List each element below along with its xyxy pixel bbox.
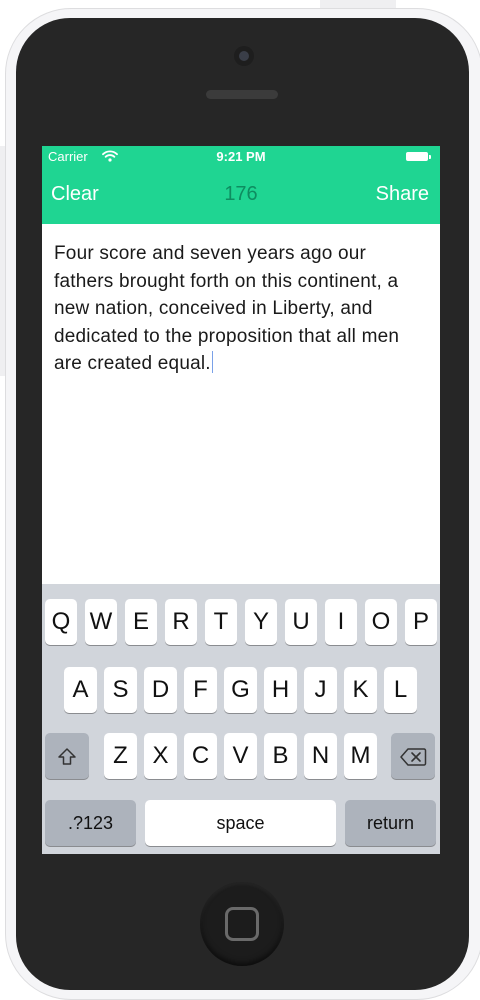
- status-time: 9:21 PM: [216, 149, 266, 164]
- status-bar: Carrier 9:21 PM: [42, 146, 440, 168]
- key-v[interactable]: V: [224, 733, 257, 779]
- key-t[interactable]: T: [205, 599, 237, 645]
- home-button[interactable]: [200, 882, 284, 966]
- key-x[interactable]: X: [144, 733, 177, 779]
- navigation-bar: Clear 176 Share: [42, 168, 440, 224]
- text-editor[interactable]: Four score and seven years ago our fathe…: [54, 240, 430, 378]
- key-z[interactable]: Z: [104, 733, 137, 779]
- text-cursor: [211, 351, 214, 373]
- editor-text: Four score and seven years ago our fathe…: [54, 243, 400, 374]
- key-n[interactable]: N: [304, 733, 337, 779]
- delete-key[interactable]: [391, 733, 435, 779]
- keyboard: Q W E R T Y U I O P A S D F G H J K L Z …: [42, 584, 440, 854]
- key-k[interactable]: K: [344, 667, 377, 713]
- key-p[interactable]: P: [405, 599, 437, 645]
- shift-icon: [56, 742, 78, 769]
- battery-icon: [406, 152, 432, 162]
- key-i[interactable]: I: [325, 599, 357, 645]
- key-r[interactable]: R: [165, 599, 197, 645]
- delete-icon: [399, 742, 427, 769]
- key-u[interactable]: U: [285, 599, 317, 645]
- shift-key[interactable]: [45, 733, 89, 779]
- earpiece-speaker: [206, 90, 278, 99]
- key-c[interactable]: C: [184, 733, 217, 779]
- home-button-icon: [225, 907, 259, 941]
- return-key[interactable]: return: [345, 800, 436, 846]
- key-o[interactable]: O: [365, 599, 397, 645]
- numbers-key[interactable]: .?123: [45, 800, 136, 846]
- key-y[interactable]: Y: [245, 599, 277, 645]
- key-e[interactable]: E: [125, 599, 157, 645]
- key-a[interactable]: A: [64, 667, 97, 713]
- phone-screen: Carrier 9:21 PM Clear 176 Share Four sco…: [42, 146, 440, 854]
- key-w[interactable]: W: [85, 599, 117, 645]
- key-b[interactable]: B: [264, 733, 297, 779]
- key-q[interactable]: Q: [45, 599, 77, 645]
- key-h[interactable]: H: [264, 667, 297, 713]
- key-d[interactable]: D: [144, 667, 177, 713]
- key-s[interactable]: S: [104, 667, 137, 713]
- share-button[interactable]: Share: [376, 183, 429, 206]
- key-j[interactable]: J: [304, 667, 337, 713]
- key-m[interactable]: M: [344, 733, 377, 779]
- key-g[interactable]: G: [224, 667, 257, 713]
- key-f[interactable]: F: [184, 667, 217, 713]
- space-key[interactable]: space: [145, 800, 336, 846]
- front-camera: [234, 46, 254, 66]
- key-l[interactable]: L: [384, 667, 417, 713]
